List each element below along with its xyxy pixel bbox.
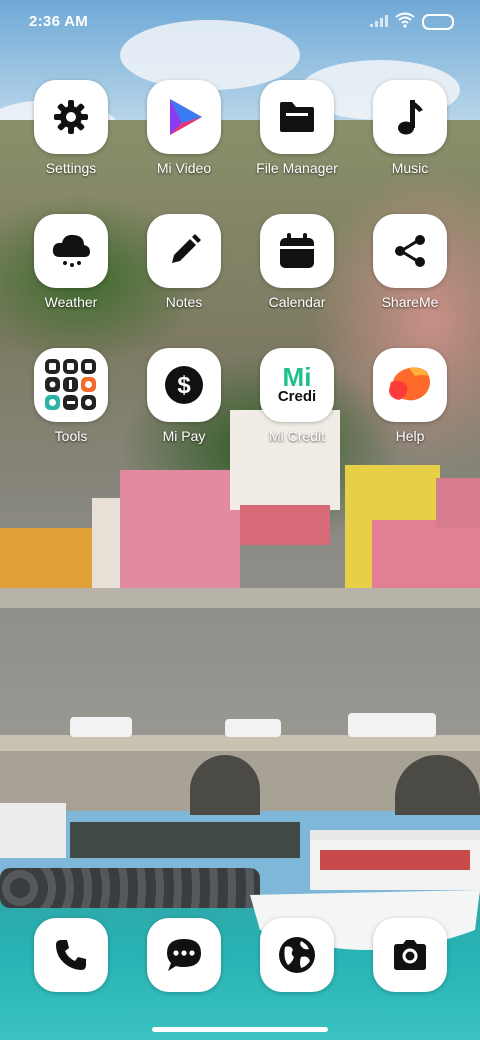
app-label: Mi Video xyxy=(156,160,212,176)
battery-icon xyxy=(422,14,454,30)
camera-icon xyxy=(373,918,447,992)
app-help[interactable]: Help xyxy=(354,348,466,444)
app-file-manager[interactable]: File Manager xyxy=(241,80,353,176)
app-label: Music xyxy=(391,160,429,176)
dock-phone[interactable] xyxy=(15,918,127,992)
building-yellow xyxy=(0,528,92,588)
dock-browser[interactable] xyxy=(241,918,353,992)
home-indicator[interactable] xyxy=(152,1027,328,1032)
mi-credit-logo: Mi Credi xyxy=(260,348,334,422)
app-calendar[interactable]: Calendar xyxy=(241,214,353,310)
rocks xyxy=(0,868,260,908)
app-music[interactable]: Music xyxy=(354,80,466,176)
share-icon xyxy=(373,214,447,288)
cell-signal-icon xyxy=(370,15,388,27)
app-tools-folder[interactable]: Tools xyxy=(15,348,127,444)
upper-road xyxy=(0,588,480,608)
bus xyxy=(70,717,132,737)
pencil-icon xyxy=(147,214,221,288)
messages-icon xyxy=(147,918,221,992)
app-mi-credit[interactable]: Mi Credi Mi Credit xyxy=(241,348,353,444)
svg-text:$: $ xyxy=(177,372,191,399)
bus xyxy=(348,713,436,737)
play-triangle-icon xyxy=(147,80,221,154)
phone-icon xyxy=(34,918,108,992)
music-note-icon xyxy=(373,80,447,154)
app-label: Mi Pay xyxy=(162,428,206,444)
app-label: Tools xyxy=(54,428,88,444)
building-pink-right xyxy=(372,520,480,595)
help-blob-icon xyxy=(373,348,447,422)
app-mi-pay[interactable]: $ Mi Pay xyxy=(128,348,240,444)
app-label: Weather xyxy=(44,294,98,310)
dock-messages[interactable] xyxy=(128,918,240,992)
dollar-coin-icon: $ xyxy=(147,348,221,422)
mi-credit-logo-text: Mi xyxy=(282,362,312,392)
tools-folder-icon xyxy=(34,348,108,422)
gear-icon xyxy=(34,80,108,154)
building-red xyxy=(240,505,330,545)
app-label: Notes xyxy=(165,294,203,310)
app-label: Calendar xyxy=(268,294,326,310)
app-label: Help xyxy=(395,428,425,444)
app-settings[interactable]: Settings xyxy=(15,80,127,176)
app-label: Mi Credit xyxy=(268,428,325,444)
app-weather[interactable]: Weather xyxy=(15,214,127,310)
app-mi-video[interactable]: Mi Video xyxy=(128,80,240,176)
bus xyxy=(225,719,281,737)
mi-credit-logo-subtext: Credi xyxy=(277,388,317,405)
browser-globe-icon xyxy=(260,918,334,992)
clock: 2:36 AM xyxy=(29,13,89,30)
dock-camera[interactable] xyxy=(354,918,466,992)
app-shareme[interactable]: ShareMe xyxy=(354,214,466,310)
calendar-icon xyxy=(260,214,334,288)
status-bar: 2:36 AM xyxy=(0,0,480,44)
wifi-icon xyxy=(395,12,415,28)
building-pink xyxy=(120,470,240,590)
app-label: File Manager xyxy=(256,160,338,176)
folder-icon xyxy=(260,80,334,154)
app-label: ShareMe xyxy=(381,294,439,310)
app-label: Settings xyxy=(45,160,97,176)
app-notes[interactable]: Notes xyxy=(128,214,240,310)
building-pink-top xyxy=(436,478,480,528)
coastal-road xyxy=(0,735,480,751)
beach-building xyxy=(0,803,66,858)
cloud-rain-icon xyxy=(34,214,108,288)
